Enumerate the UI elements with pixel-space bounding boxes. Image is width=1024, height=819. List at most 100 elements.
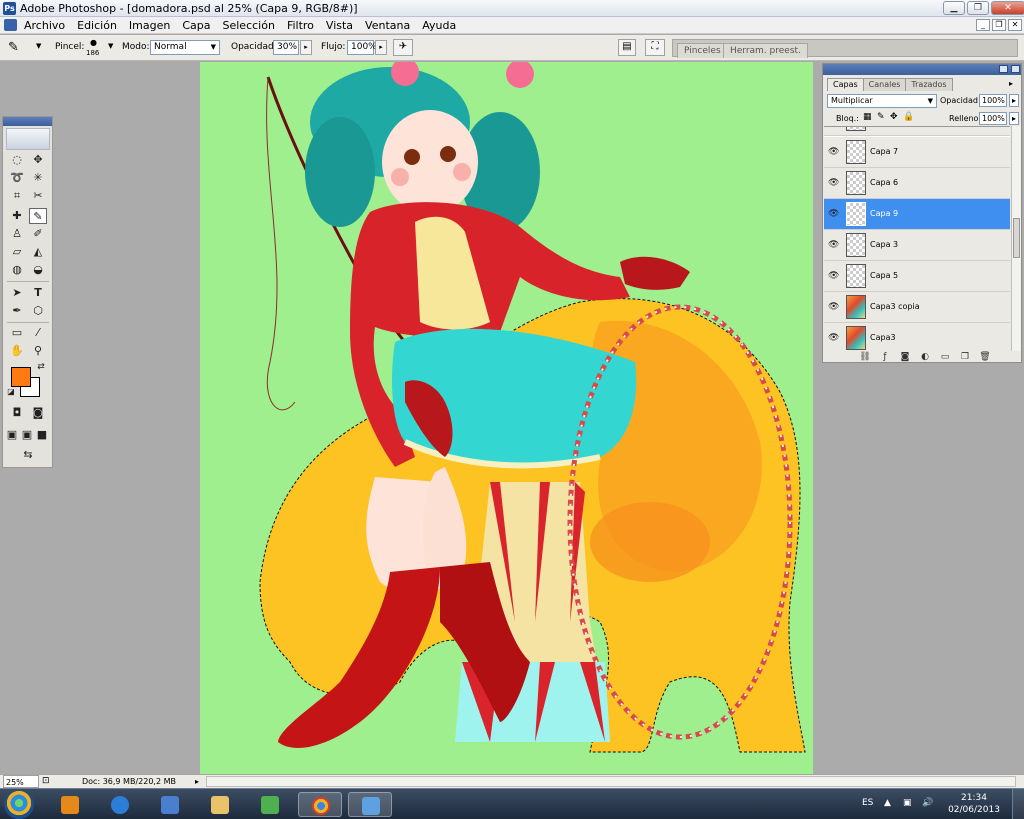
maximize-button[interactable]: ❐ [967,1,989,15]
layer-row[interactable]: 👁 Capa3 copia [824,292,1010,323]
tool-preset-arrow-icon[interactable]: ▼ [36,42,41,50]
horizontal-scrollbar[interactable] [206,776,1016,787]
layer-opacity-input[interactable]: 100% [979,94,1007,107]
zoom-level-input[interactable]: 25% [3,775,39,788]
airbrush-icon[interactable]: ✈ [393,39,413,56]
adobe-online-feather-icon[interactable] [6,128,50,150]
brush-tool-icon[interactable]: ✎ [8,40,19,55]
menu-filtro[interactable]: Filtro [287,19,314,32]
new-group-icon[interactable]: ▭ [939,352,951,362]
move-tool-icon[interactable]: ✥ [29,152,47,168]
type-tool-icon[interactable]: T [29,285,47,301]
panel-close-button[interactable] [1011,65,1020,73]
mode-select[interactable]: Normal ▼ [150,40,220,55]
panel-minimize-button[interactable] [999,65,1008,73]
taskbar-internet-explorer[interactable] [98,792,142,817]
status-menu-arrow-icon[interactable]: ▸ [195,775,199,788]
layer-row[interactable]: 👁 Capa3 [824,323,1010,351]
menu-imagen[interactable]: Imagen [129,19,170,32]
eye-icon[interactable]: 👁 [828,147,840,157]
network-icon[interactable]: ▣ [903,798,912,808]
taskbar-network-app[interactable] [248,792,292,817]
foreground-color-swatch[interactable] [11,367,31,387]
menu-vista[interactable]: Vista [326,19,353,32]
opacity-input[interactable]: 30% [273,40,299,55]
healing-brush-tool-icon[interactable]: ✚ [8,208,26,224]
notes-tool-icon[interactable]: ▭ [8,325,26,341]
swap-colors-icon[interactable]: ⇄ [35,361,47,373]
layer-row[interactable] [824,127,1010,136]
lock-transparency-icon[interactable]: ▦ [863,112,872,122]
menu-ventana[interactable]: Ventana [365,19,410,32]
delete-layer-icon[interactable]: 🗑 [979,352,991,362]
taskbar-photoshop[interactable] [348,792,392,817]
language-indicator[interactable]: ES [862,798,873,808]
clone-stamp-tool-icon[interactable]: ♙ [8,226,26,242]
path-selection-tool-icon[interactable]: ➤ [8,285,26,301]
link-layers-icon[interactable]: ⛓ [859,352,871,362]
tab-herramientas-preestablecidas[interactable]: Herram. preest. [723,43,808,58]
menu-ayuda[interactable]: Ayuda [422,19,456,32]
scrollbar-thumb[interactable] [1013,218,1020,258]
tab-canales[interactable]: Canales [862,78,907,91]
quick-mask-mode-icon[interactable]: ◙ [29,405,47,421]
flow-input[interactable]: 100% [347,40,377,55]
status-options-icon[interactable]: ⊡ [42,775,50,788]
layer-row-selected[interactable]: 👁 Capa 9 [824,199,1010,230]
doc-close-button[interactable]: ✕ [1008,19,1022,31]
lock-pixels-icon[interactable]: ✎ [877,112,885,122]
hand-tool-icon[interactable]: ✋ [8,343,26,359]
lock-position-icon[interactable]: ✥ [890,112,898,122]
start-button[interactable] [4,790,34,819]
taskbar-chrome[interactable] [298,792,342,817]
menu-archivo[interactable]: Archivo [24,19,65,32]
eye-icon[interactable]: 👁 [828,302,840,312]
brush-tool-button[interactable]: ✎ [29,208,47,224]
lasso-tool-icon[interactable]: ➰ [8,170,26,186]
layer-row[interactable]: 👁 Capa 5 [824,261,1010,292]
layers-panel-title-bar[interactable] [823,64,1021,75]
crop-tool-icon[interactable]: ⌗ [8,188,26,204]
menu-seleccion[interactable]: Selección [223,19,275,32]
taskbar-explorer[interactable] [198,792,242,817]
document-canvas[interactable] [200,62,813,774]
layer-row[interactable]: 👁 Capa 3 [824,230,1010,261]
layer-row[interactable]: 👁 Capa 6 [824,168,1010,199]
file-browser-icon[interactable]: ⛶ [645,39,665,56]
blur-tool-icon[interactable]: ◍ [8,262,26,278]
tab-capas[interactable]: Capas [827,78,864,91]
opacity-slider-arrow[interactable]: ▸ [300,40,312,55]
paint-bucket-tool-icon[interactable]: ◭ [29,244,47,260]
doc-restore-button[interactable]: ❐ [992,19,1006,31]
eyedropper-tool-icon[interactable]: ⁄ [29,325,47,341]
fill-arrow[interactable]: ▸ [1009,112,1019,125]
show-desktop-button[interactable] [1012,789,1024,819]
fill-input[interactable]: 100% [979,112,1007,125]
flow-slider-arrow[interactable]: ▸ [375,40,387,55]
minimize-button[interactable]: ▁ [943,1,965,15]
eye-icon[interactable]: 👁 [828,240,840,250]
tab-pinceles[interactable]: Pinceles [677,43,728,58]
history-brush-tool-icon[interactable]: ✐ [29,226,47,242]
add-mask-icon[interactable]: ◙ [899,352,911,362]
dodge-tool-icon[interactable]: ◒ [29,262,47,278]
eye-icon[interactable]: 👁 [828,333,840,343]
system-clock[interactable]: 21:34 02/06/2013 [948,792,1000,816]
new-layer-icon[interactable]: ❐ [959,352,971,362]
eye-icon[interactable]: 👁 [828,271,840,281]
screen-mode-standard-icon[interactable]: ▣ [5,427,19,443]
shape-tool-icon[interactable]: ⬡ [29,303,47,319]
marquee-tool-icon[interactable]: ◌ [8,152,26,168]
default-colors-icon[interactable]: ◪ [6,387,16,397]
screen-mode-menu-icon[interactable]: ▣ [20,427,34,443]
palette-toggle-icon[interactable]: ▤ [618,39,636,56]
pen-tool-icon[interactable]: ✒ [8,303,26,319]
tray-expand-icon[interactable]: ▲ [884,798,891,808]
panel-menu-arrow-icon[interactable]: ▸ [1009,79,1013,88]
jump-to-imageready-icon[interactable]: ⇆ [8,447,48,463]
doc-minimize-button[interactable]: _ [976,19,990,31]
standard-mode-icon[interactable]: ◘ [8,405,26,421]
brush-preview-icon[interactable]: ● [90,38,97,47]
lock-all-icon[interactable]: 🔒 [903,112,914,122]
taskbar-paint-tool[interactable] [148,792,192,817]
